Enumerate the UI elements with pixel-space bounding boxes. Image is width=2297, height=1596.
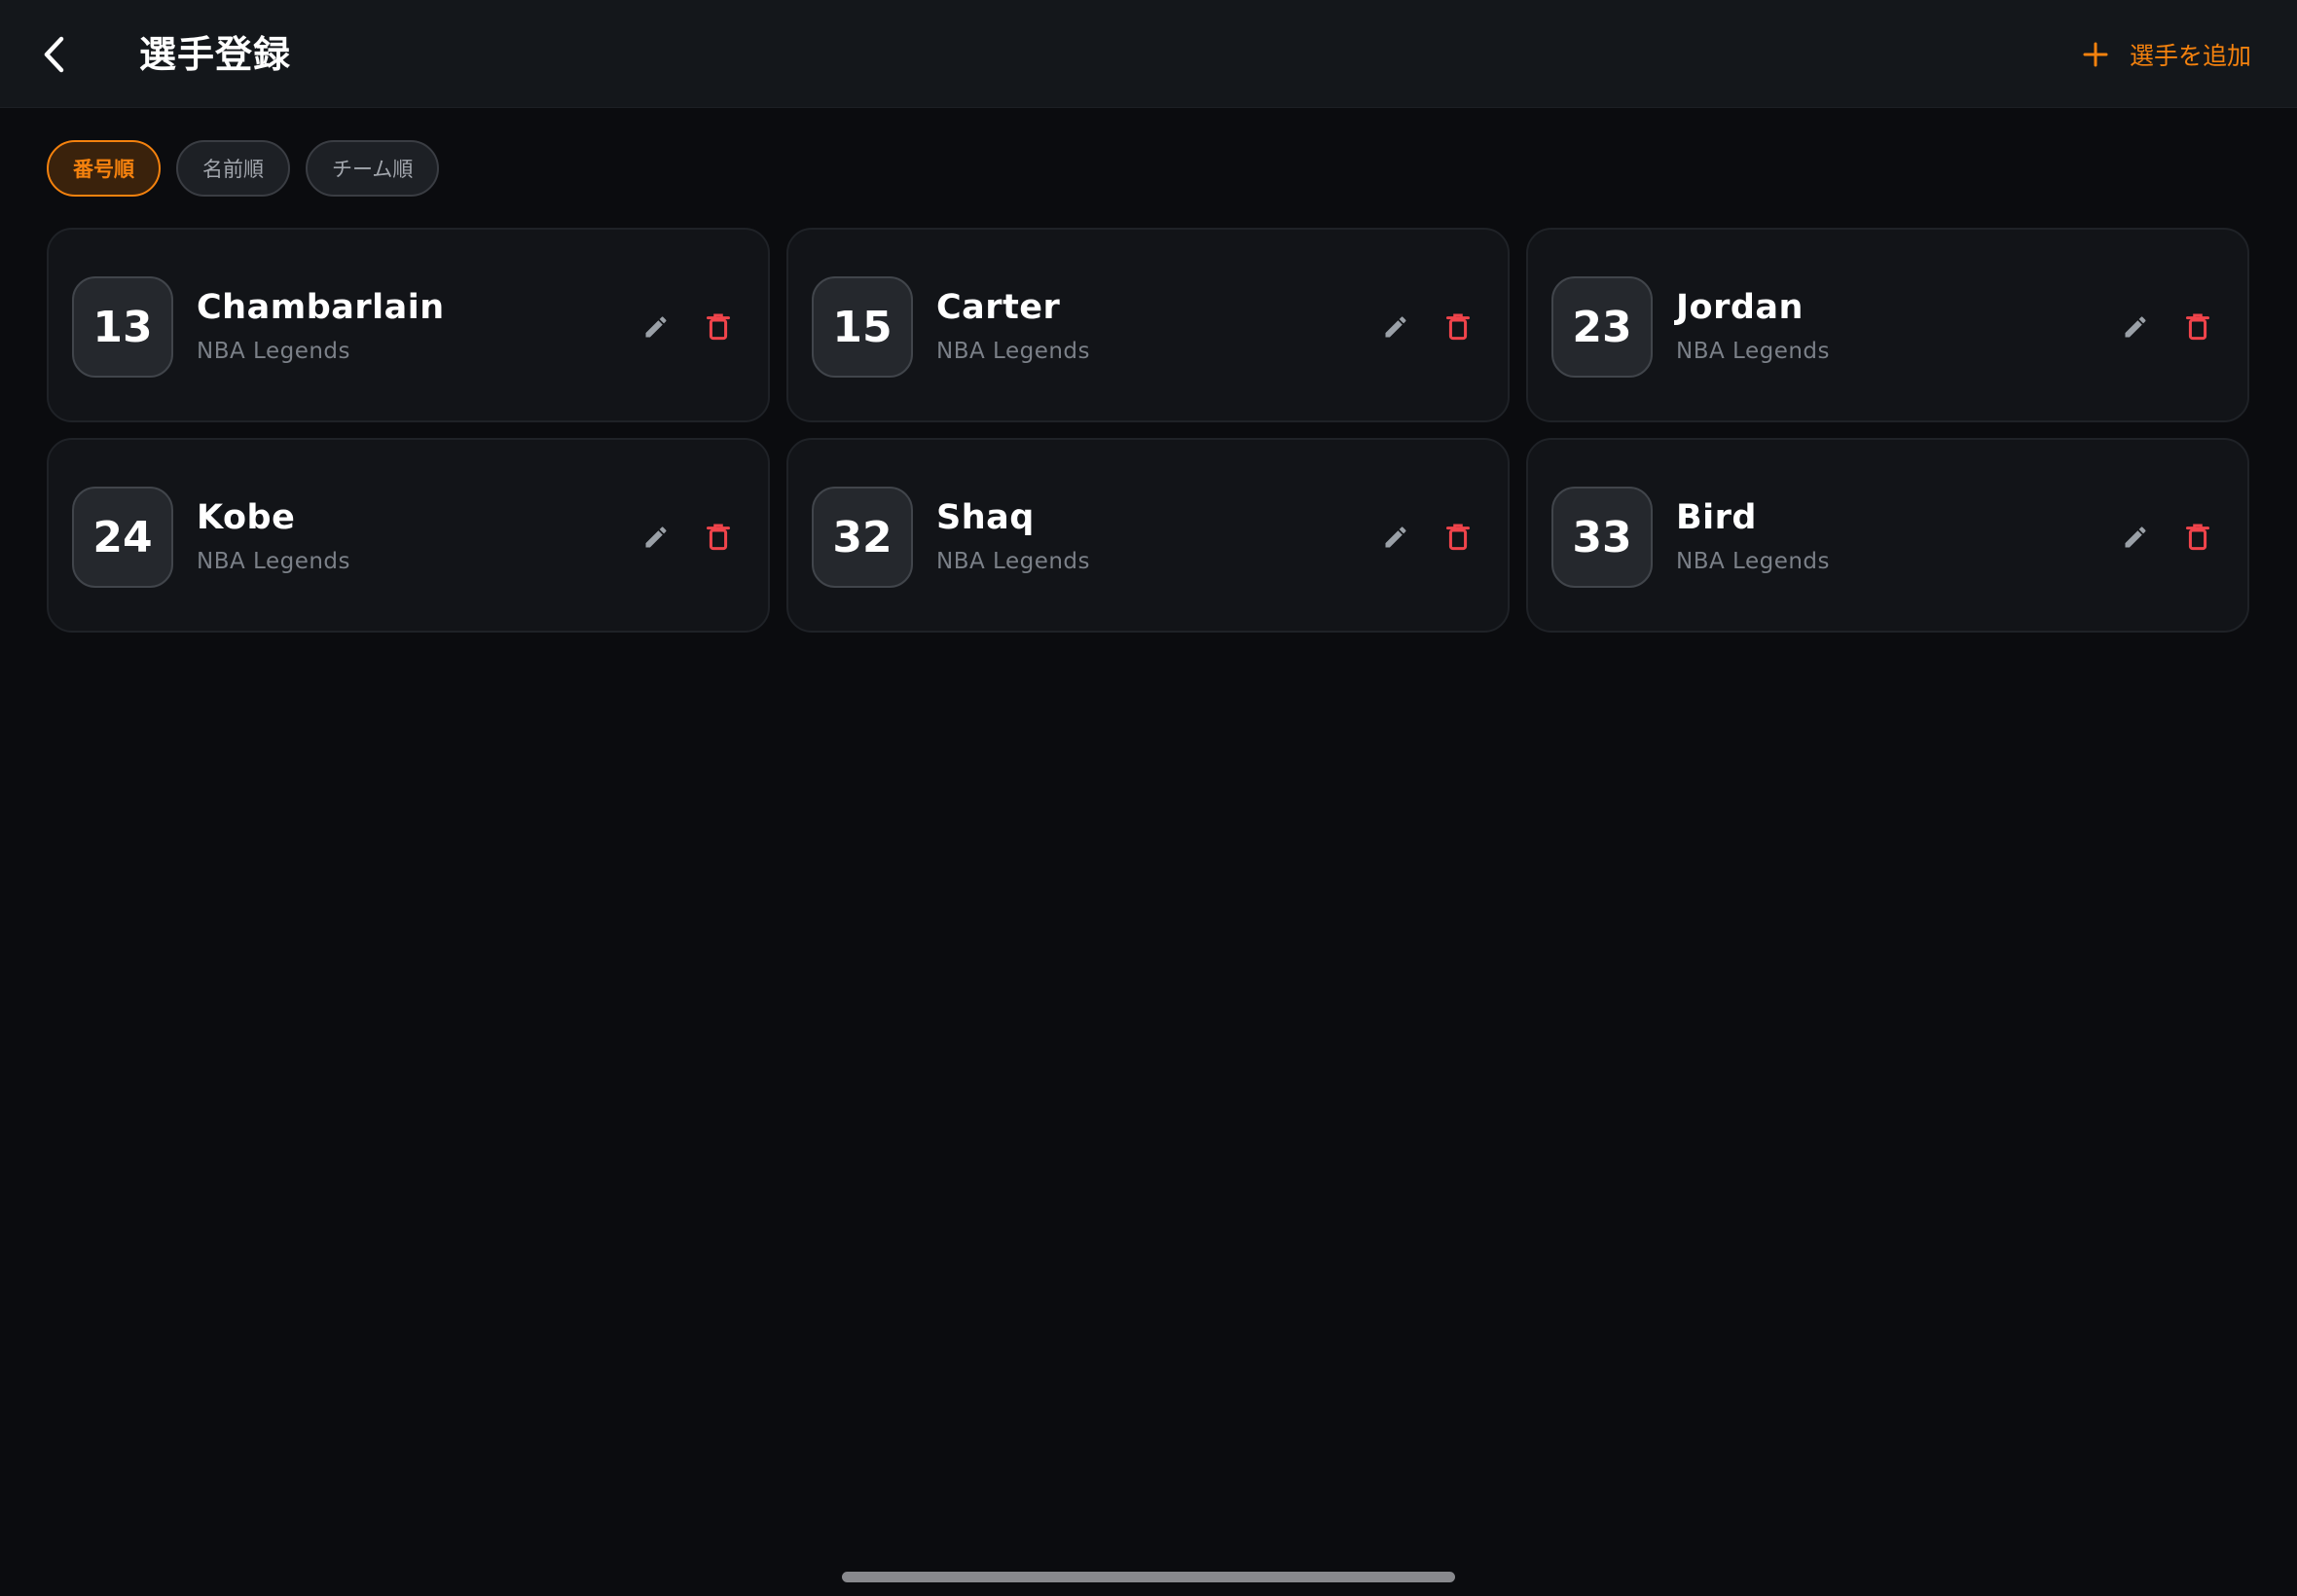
player-name: Carter xyxy=(936,288,1061,327)
edit-player-button[interactable] xyxy=(1374,306,1417,348)
back-button[interactable] xyxy=(27,21,82,88)
sort-by-name-chip[interactable]: 名前順 xyxy=(176,140,290,197)
edit-player-button[interactable] xyxy=(1374,516,1417,559)
delete-player-button[interactable] xyxy=(2176,306,2219,348)
plus-icon xyxy=(2083,42,2108,67)
player-team: NBA Legends xyxy=(1676,339,1830,364)
trash-icon xyxy=(707,524,730,551)
delete-player-button[interactable] xyxy=(697,306,740,348)
pencil-icon xyxy=(1385,316,1406,338)
player-name: Shaq xyxy=(936,498,1035,537)
player-team: NBA Legends xyxy=(1676,549,1830,574)
player-name: Jordan xyxy=(1676,288,1804,327)
pencil-icon xyxy=(645,316,667,338)
jersey-number-badge: 13 xyxy=(72,276,173,378)
chevron-left-icon xyxy=(44,36,64,73)
sort-by-team-chip[interactable]: チーム順 xyxy=(306,140,440,197)
delete-player-button[interactable] xyxy=(1437,516,1479,559)
app-root: 選手登録 選手を追加 番号順 名前順 チーム順 13 Chambarlain N… xyxy=(0,0,2297,1596)
trash-icon xyxy=(1446,313,1470,341)
sort-by-number-chip[interactable]: 番号順 xyxy=(47,140,161,197)
edit-player-button[interactable] xyxy=(635,306,677,348)
pencil-icon xyxy=(1385,526,1406,548)
player-team: NBA Legends xyxy=(936,549,1090,574)
player-name: Bird xyxy=(1676,498,1757,537)
pencil-icon xyxy=(645,526,667,548)
jersey-number-badge: 15 xyxy=(812,276,913,378)
trash-icon xyxy=(707,313,730,341)
delete-player-button[interactable] xyxy=(1437,306,1479,348)
player-team: NBA Legends xyxy=(197,549,350,574)
add-player-label: 選手を追加 xyxy=(2129,42,2251,70)
add-player-button[interactable]: 選手を追加 xyxy=(2083,29,2251,80)
player-name: Chambarlain xyxy=(197,288,445,327)
pencil-icon xyxy=(2125,316,2146,338)
delete-player-button[interactable] xyxy=(2176,516,2219,559)
edit-player-button[interactable] xyxy=(2114,306,2157,348)
home-indicator[interactable] xyxy=(842,1572,1455,1582)
player-name: Kobe xyxy=(197,498,296,537)
pencil-icon xyxy=(2125,526,2146,548)
player-card[interactable]: 23 Jordan NBA Legends xyxy=(1526,228,2249,422)
jersey-number-badge: 24 xyxy=(72,487,173,588)
trash-icon xyxy=(1446,524,1470,551)
trash-icon xyxy=(2186,313,2209,341)
jersey-number-badge: 32 xyxy=(812,487,913,588)
edit-player-button[interactable] xyxy=(2114,516,2157,559)
jersey-number-badge: 23 xyxy=(1551,276,1653,378)
player-card[interactable]: 24 Kobe NBA Legends xyxy=(47,438,770,633)
delete-player-button[interactable] xyxy=(697,516,740,559)
trash-icon xyxy=(2186,524,2209,551)
sort-filter-bar: 番号順 名前順 チーム順 xyxy=(47,140,440,197)
jersey-number-badge: 33 xyxy=(1551,487,1653,588)
player-card[interactable]: 33 Bird NBA Legends xyxy=(1526,438,2249,633)
player-grid: 13 Chambarlain NBA Legends 15 Carter NBA… xyxy=(47,228,2250,633)
header-bar: 選手登録 選手を追加 xyxy=(0,0,2297,108)
edit-player-button[interactable] xyxy=(635,516,677,559)
player-team: NBA Legends xyxy=(197,339,350,364)
player-card[interactable]: 13 Chambarlain NBA Legends xyxy=(47,228,770,422)
player-card[interactable]: 32 Shaq NBA Legends xyxy=(786,438,1510,633)
player-team: NBA Legends xyxy=(936,339,1090,364)
page-title: 選手登録 xyxy=(139,33,292,76)
player-card[interactable]: 15 Carter NBA Legends xyxy=(786,228,1510,422)
